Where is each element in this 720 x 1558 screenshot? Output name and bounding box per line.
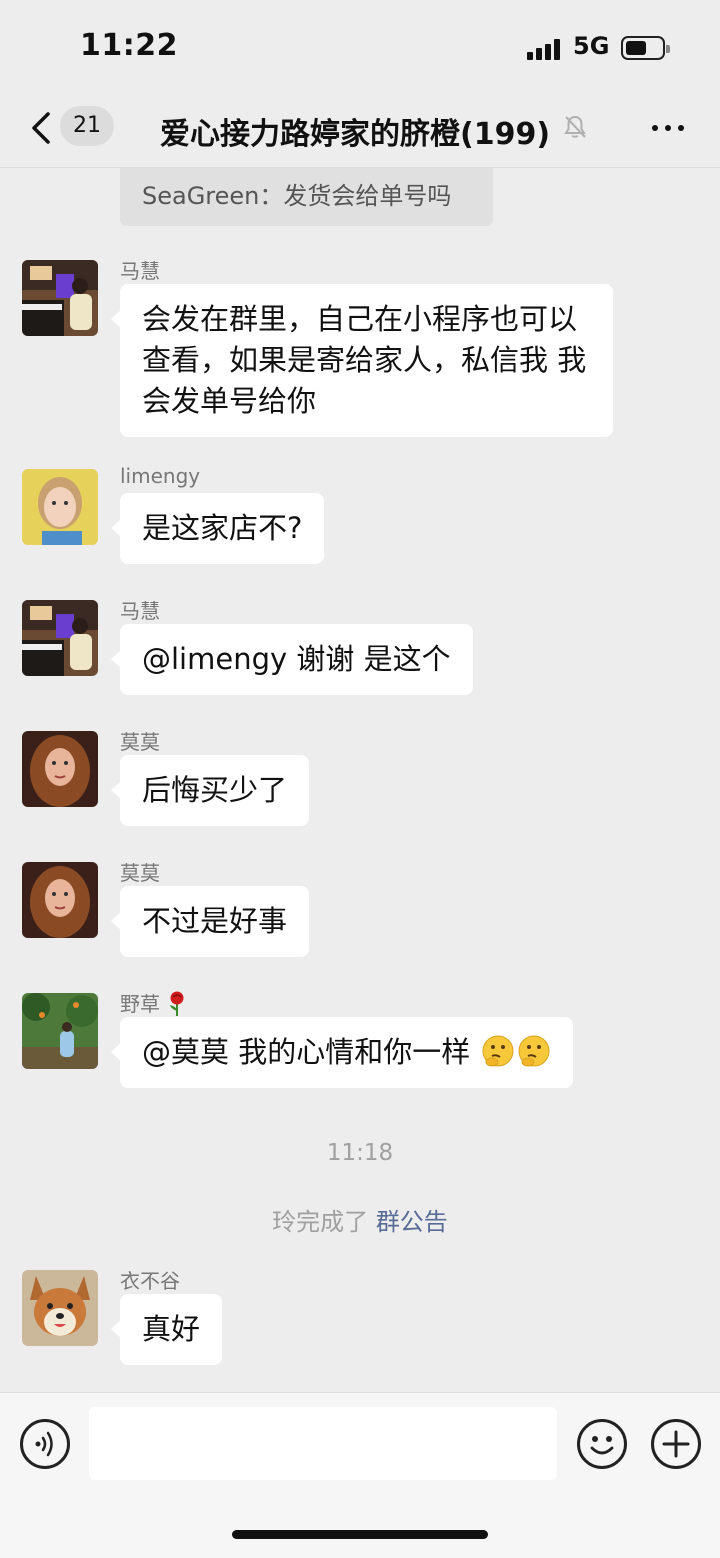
sender-name: 野草 xyxy=(120,988,188,1017)
message-bubble[interactable]: 会发在群里，自己在小程序也可以查看，如果是寄给家人，私信我 我会发单号给你 xyxy=(111,284,613,437)
message-bubble[interactable]: 是这家店不? xyxy=(110,493,325,564)
voice-icon xyxy=(35,1431,53,1457)
message-bubble[interactable]: @莫莫 我的心情和你一样 xyxy=(110,1017,574,1088)
more-button[interactable] xyxy=(648,112,688,142)
emoji-icon xyxy=(590,1436,614,1455)
network-type: 5G xyxy=(573,32,610,60)
home-indicator xyxy=(232,1530,488,1539)
thinking-face-emoji xyxy=(482,1035,514,1067)
message-bubble[interactable]: 真好 xyxy=(110,1294,223,1365)
more-dots-icon xyxy=(652,125,658,131)
chevron-left-icon xyxy=(32,112,50,144)
chat-header: 21 爱心接力路婷家的脐橙(199) xyxy=(0,92,720,168)
rose-emoji xyxy=(170,991,184,1016)
avatar[interactable] xyxy=(22,600,98,676)
voice-button[interactable] xyxy=(20,1419,70,1469)
message-bubble[interactable]: 不过是好事 xyxy=(110,886,310,957)
avatar[interactable] xyxy=(22,260,98,336)
sender-name-text: 野草 xyxy=(120,992,160,1016)
status-time: 11:22 xyxy=(80,28,178,63)
sender-name: 衣不谷 xyxy=(120,1269,180,1293)
unread-count-badge[interactable]: 21 xyxy=(60,106,114,146)
avatar[interactable] xyxy=(22,993,98,1069)
sender-name: 莫莫 xyxy=(120,730,160,754)
plus-button[interactable] xyxy=(651,1419,701,1469)
message-bubble[interactable]: 后悔买少了 xyxy=(110,755,310,826)
chat-title: 爱心接力路婷家的脐橙(199) xyxy=(160,117,551,152)
input-bar xyxy=(0,1392,720,1558)
bell-mute-icon xyxy=(564,115,586,138)
quoted-message[interactable]: SeaGreen：发货会给单号吗 xyxy=(120,168,493,226)
avatar[interactable] xyxy=(22,862,98,938)
sender-name: 马慧 xyxy=(120,259,160,283)
system-message-text: 玲完成了 xyxy=(272,1208,376,1236)
thinking-face-emoji xyxy=(518,1035,550,1067)
message-input[interactable] xyxy=(89,1407,557,1480)
sender-name: limengy xyxy=(120,464,201,488)
plus-icon xyxy=(662,1430,690,1458)
sender-name: 马慧 xyxy=(120,599,160,623)
message-text: @莫莫 我的心情和你一样 xyxy=(142,1035,471,1069)
message-bubble[interactable]: @limengy 谢谢 是这个 xyxy=(111,624,473,695)
battery-icon xyxy=(621,36,670,60)
system-message: 玲完成了 群公告 xyxy=(0,1202,720,1237)
timestamp: 11:18 xyxy=(326,1140,394,1166)
avatar[interactable] xyxy=(22,1270,98,1346)
message-list[interactable]: SeaGreen：发货会给单号吗 马慧 会发在群里，自己在小程序也可以查看，如果… xyxy=(0,168,720,1392)
signal-icon xyxy=(527,38,563,60)
sender-name: 莫莫 xyxy=(120,861,160,885)
avatar[interactable] xyxy=(22,469,98,545)
back-button[interactable] xyxy=(24,106,64,150)
avatar[interactable] xyxy=(22,731,98,807)
group-notice-link[interactable]: 群公告 xyxy=(376,1208,448,1236)
emoji-button[interactable] xyxy=(577,1419,627,1469)
status-bar: 11:22 5G xyxy=(0,0,720,92)
